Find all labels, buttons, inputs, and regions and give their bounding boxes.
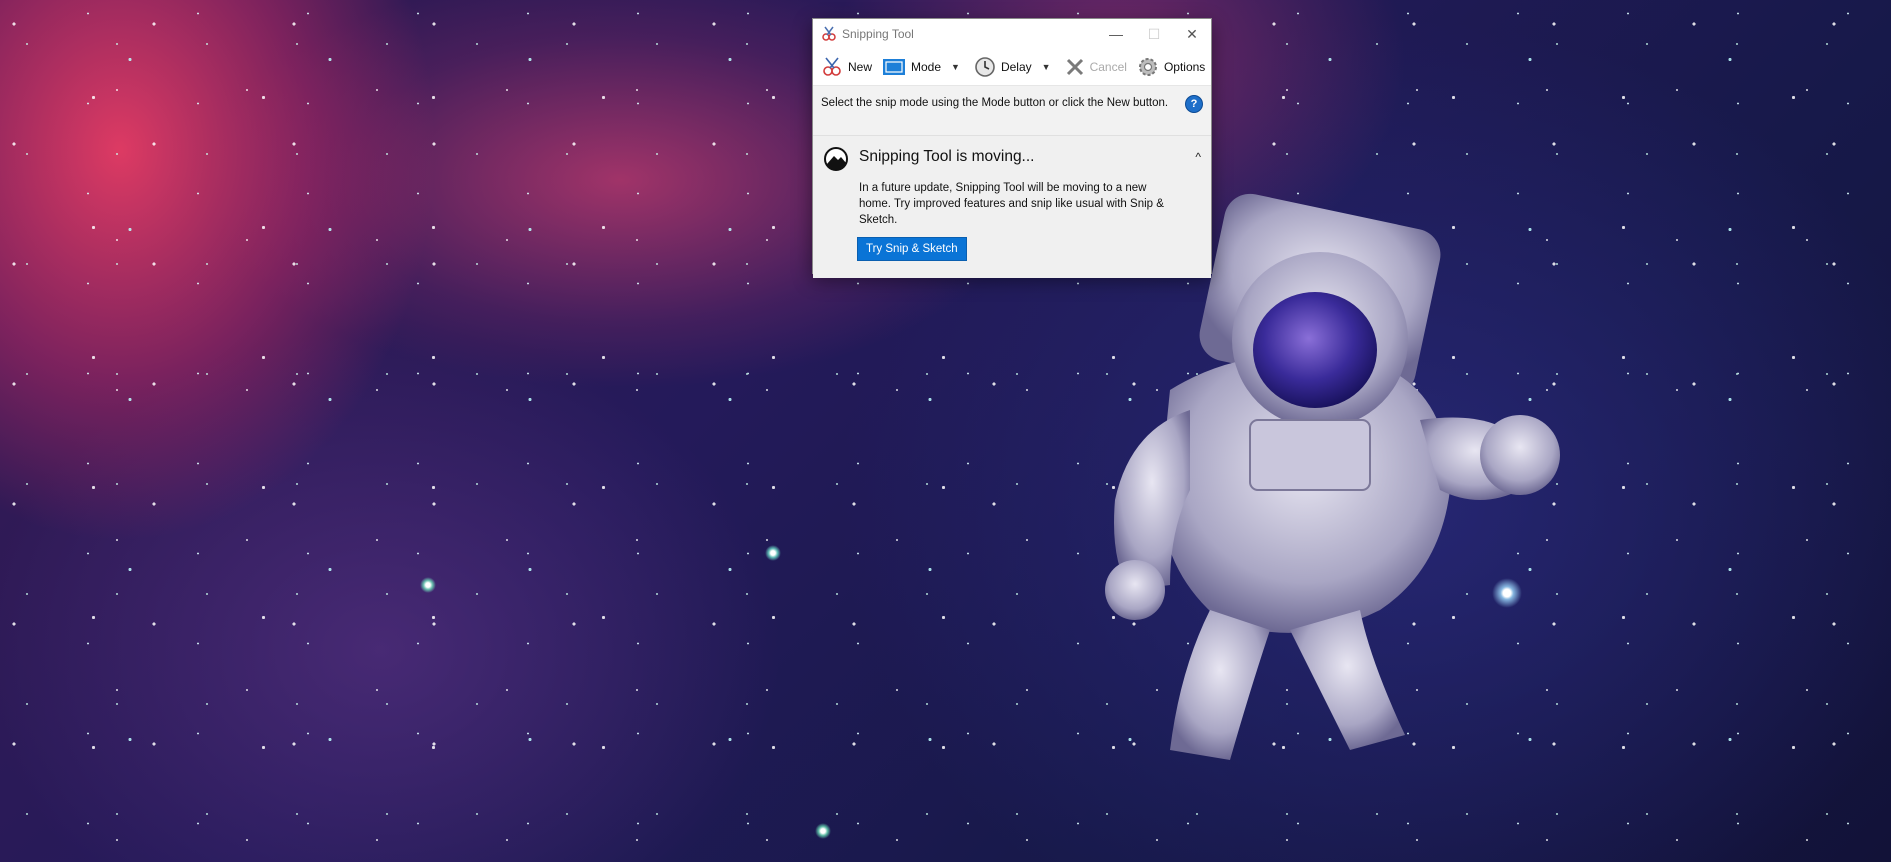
try-snip-sketch-button[interactable]: Try Snip & Sketch [857,237,967,261]
moving-notice-panel: Snipping Tool is moving... ^ In a future… [813,135,1211,278]
notice-body: In a future update, Snipping Tool will b… [859,182,1164,226]
scissors-icon [823,57,841,76]
window-title: Snipping Tool [842,27,914,41]
toolbar: New Mode ▼ Delay ▼ Cancel Options [813,49,1211,86]
bright-star [815,823,831,839]
options-button[interactable]: Options [1133,54,1209,80]
astronaut-illustration [1105,193,1560,760]
new-button[interactable]: New [817,54,876,80]
options-label: Options [1163,60,1206,74]
help-icon[interactable]: ? [1185,95,1203,113]
minimize-button[interactable]: — [1097,19,1135,49]
maximize-button[interactable]: ☐ [1135,19,1173,49]
mode-button[interactable]: Mode ▼ [878,54,968,80]
gear-icon [1138,58,1157,76]
mode-rect-icon [883,59,906,75]
cancel-button[interactable]: Cancel [1061,54,1131,80]
snipping-tool-icon [822,26,836,41]
bright-star [420,577,436,593]
snip-sketch-icon [824,147,848,171]
delay-dropdown-arrow-icon[interactable]: ▼ [1042,62,1051,72]
cancel-label: Cancel [1089,60,1127,74]
instruction-text: Select the snip mode using the Mode butt… [821,97,1169,109]
mode-dropdown-arrow-icon[interactable]: ▼ [951,62,960,72]
bright-star [765,545,781,561]
chevron-up-icon[interactable]: ^ [1195,150,1201,164]
new-label: New [848,60,873,74]
notice-title: Snipping Tool is moving... [859,148,1035,165]
instruction-bar: Select the snip mode using the Mode butt… [813,86,1211,135]
cancel-x-icon [1066,58,1083,76]
delay-button[interactable]: Delay ▼ [970,54,1059,80]
clock-icon [975,57,995,77]
title-bar[interactable]: Snipping Tool — ☐ ✕ [813,19,1211,49]
snipping-tool-window: Snipping Tool — ☐ ✕ New Mode ▼ Delay ▼ C… [812,18,1212,278]
mode-label: Mode [911,60,942,74]
close-button[interactable]: ✕ [1173,19,1211,49]
delay-label: Delay [1000,60,1032,74]
